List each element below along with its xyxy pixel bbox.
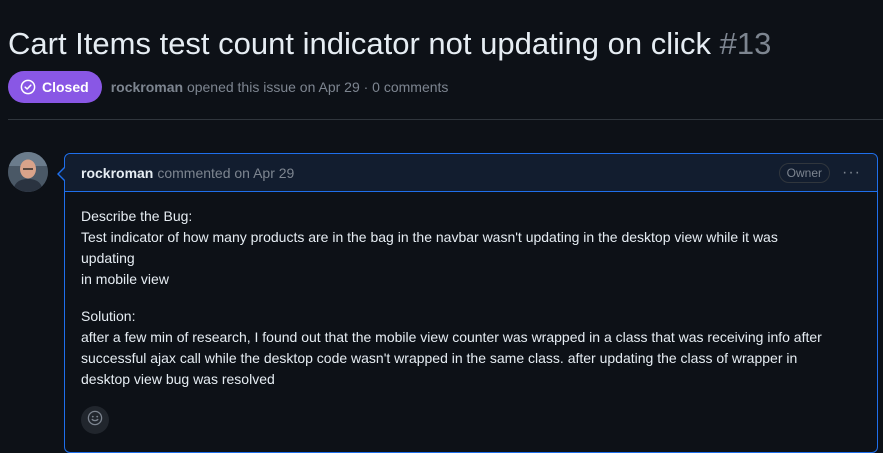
issue-author-link[interactable]: rockroman xyxy=(111,79,183,95)
issue-number: #13 xyxy=(719,26,772,61)
body-line: successful ajax call while the desktop c… xyxy=(81,350,798,366)
comment-body: Describe the Bug: Test indicator of how … xyxy=(65,192,877,390)
issue-title: Cart Items test count indicator not upda… xyxy=(8,22,771,66)
add-reaction-button[interactable] xyxy=(81,406,109,434)
bug-description: Describe the Bug: Test indicator of how … xyxy=(81,206,861,290)
comment-header: rockroman commented on Apr 29 Owner ··· xyxy=(65,154,877,192)
solution-description: Solution: after a few min of research, I… xyxy=(81,306,861,390)
body-line: after a few min of research, I found out… xyxy=(81,329,822,345)
body-line: Describe the Bug: xyxy=(81,208,193,224)
body-line: Solution: xyxy=(81,308,136,324)
issue-opened-text: opened this issue on Apr 29 · 0 comments xyxy=(186,79,449,95)
issue-meta: Closed rockroman opened this issue on Ap… xyxy=(8,71,448,103)
avatar[interactable] xyxy=(8,152,48,192)
issue-title-text: Cart Items test count indicator not upda… xyxy=(8,26,712,61)
body-line: desktop view bug was resolved xyxy=(81,371,275,387)
comment-author-link[interactable]: rockroman xyxy=(81,165,153,181)
body-line: updating xyxy=(81,250,135,266)
comment-timestamp[interactable]: commented on Apr 29 xyxy=(157,165,294,181)
comment-menu-button[interactable]: ··· xyxy=(842,164,861,182)
status-badge: Closed xyxy=(8,71,102,103)
header-divider xyxy=(8,119,883,120)
check-circle-icon xyxy=(20,79,36,95)
issue-meta-text: rockroman opened this issue on Apr 29 · … xyxy=(111,79,449,95)
owner-badge: Owner xyxy=(778,162,831,183)
smiley-icon xyxy=(87,410,103,431)
comment-box: rockroman commented on Apr 29 Owner ··· … xyxy=(57,153,878,453)
body-line: Test indicator of how many products are … xyxy=(81,229,778,245)
body-line: in mobile view xyxy=(81,271,169,287)
status-label: Closed xyxy=(42,79,89,95)
